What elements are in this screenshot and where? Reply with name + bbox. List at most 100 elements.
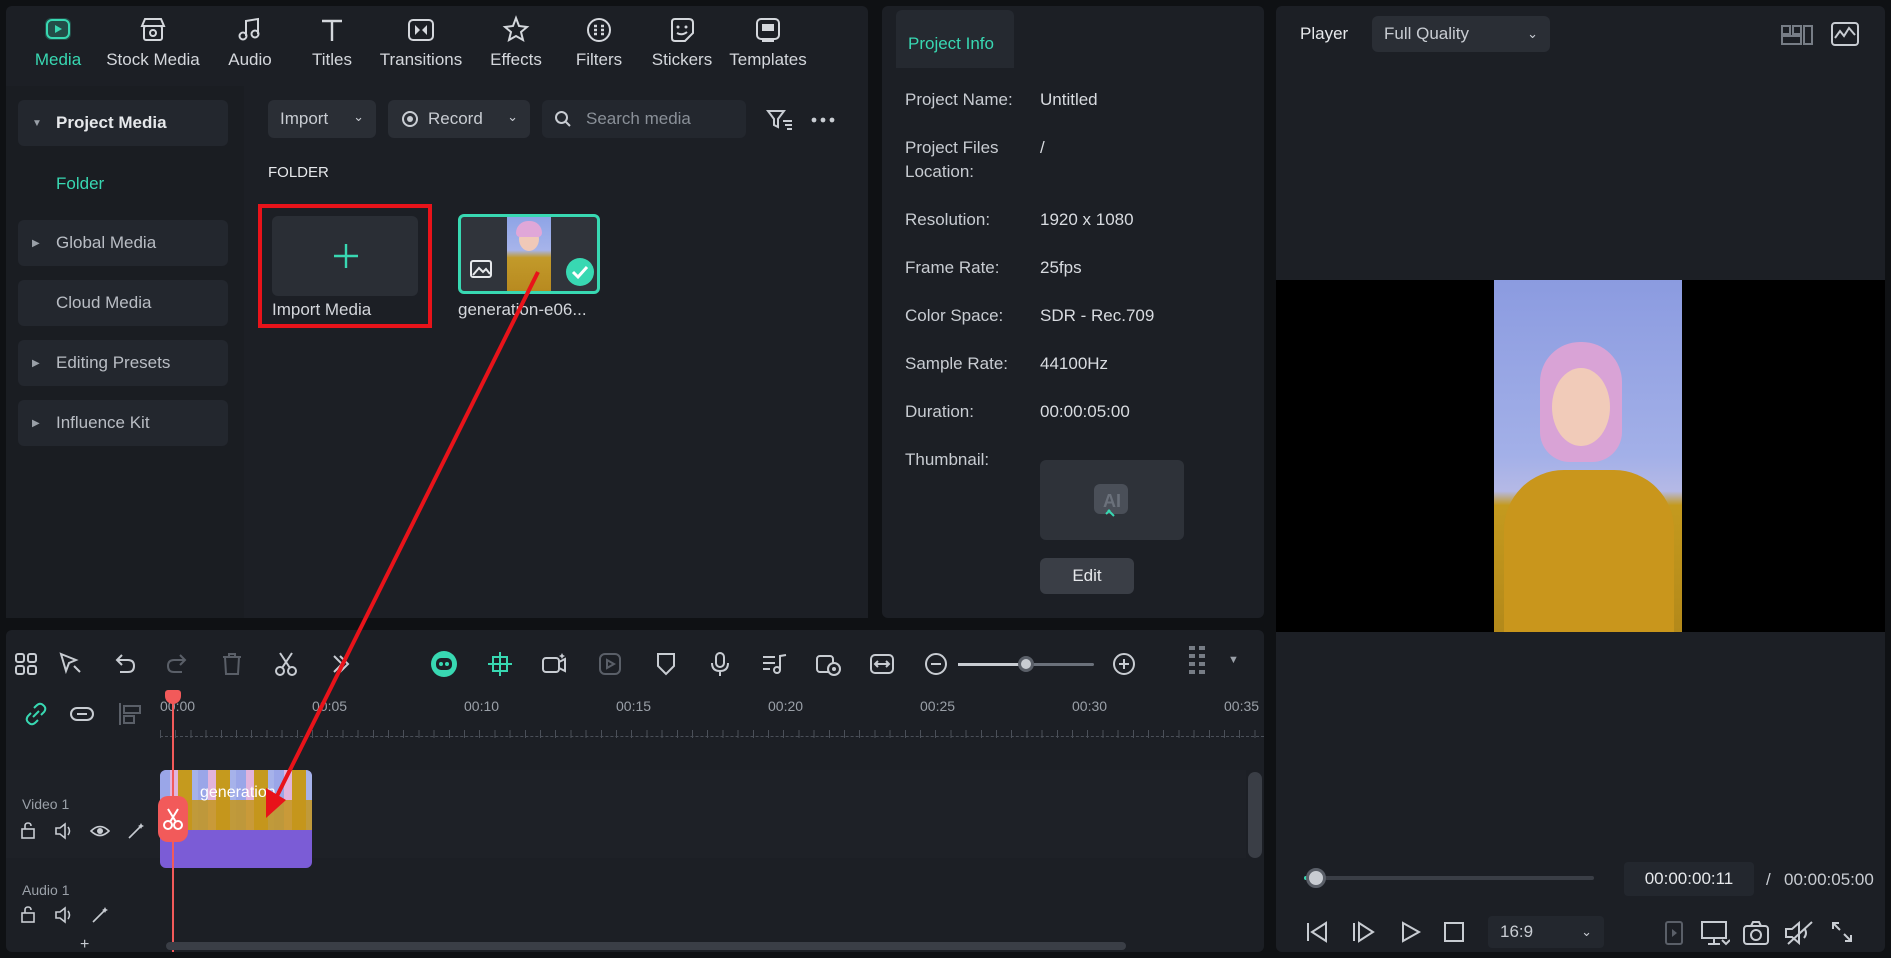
info-value-frame-rate: 25fps [1040,258,1082,277]
chevron-down-icon: ⌄ [353,109,364,124]
play-icon[interactable] [1398,920,1422,944]
track-height-dropdown-icon[interactable]: ▼ [1228,654,1239,666]
ai-video-icon[interactable] [540,650,568,678]
undo-icon[interactable] [110,650,138,678]
auto-reframe-icon[interactable] [814,650,842,678]
import-dropdown[interactable]: Import ⌄ [268,100,376,138]
info-label-frame-rate: Frame Rate: [905,258,1000,277]
track-ai-magic-icon[interactable] [126,822,146,840]
ai-copilot-icon[interactable] [430,650,458,678]
split-marker[interactable] [158,796,188,842]
display-settings-icon[interactable] [1700,920,1730,946]
timeline-panel: ▼ 00:00 00:05 00:10 00:15 00:20 00:25 00… [6,630,1264,954]
horizontal-scrollbar[interactable] [166,942,1126,950]
tab-stickers[interactable]: Stickers [648,14,716,70]
track-volume-icon[interactable] [54,822,74,840]
sidebar-item-editing-presets[interactable]: ▶ Editing Presets [18,340,228,386]
quality-dropdown[interactable]: Full Quality ⌄ [1372,16,1550,52]
delete-icon[interactable] [218,650,246,678]
chevron-down-icon: ⌄ [1581,924,1592,939]
audio-icon [238,17,260,41]
media-clip-thumbnail[interactable] [458,214,600,294]
marker-shield-icon[interactable] [652,650,680,678]
tab-titles[interactable]: Titles [302,14,362,70]
zoom-out-icon[interactable] [922,650,950,678]
layout-icon[interactable] [12,650,40,678]
progress-handle[interactable] [1305,868,1326,888]
aspect-ratio-dropdown[interactable]: 16:9 ⌄ [1488,916,1604,948]
audio-beat-icon[interactable] [760,650,788,678]
fullscreen-icon[interactable] [1830,920,1854,944]
sidebar-item-influence-kit[interactable]: ▶ Influence Kit [18,400,228,446]
info-label-duration: Duration: [905,402,974,421]
stop-icon[interactable] [1442,920,1466,944]
layout-grid-icon[interactable] [1780,22,1814,48]
redo-icon[interactable] [164,650,192,678]
ai-thumbnail-icon: AI [1094,484,1128,517]
next-frame-icon[interactable] [1350,920,1376,944]
preview-frame [1494,280,1682,632]
record-dropdown[interactable]: Record ⌄ [388,100,530,138]
track-align-icon[interactable] [116,700,144,728]
tab-stock-media[interactable]: Stock Media [98,14,208,70]
sidebar-item-project-media[interactable]: ▼ Project Media [18,100,228,146]
snap-magnet-icon[interactable] [486,650,514,678]
waveform-monitor-icon[interactable] [1830,20,1860,48]
tab-filters[interactable]: Filters [568,14,630,70]
group-link-icon[interactable] [68,700,96,728]
media-icon [45,18,71,40]
sidebar-item-folder[interactable]: Folder [56,174,104,194]
add-track-button[interactable]: + [80,936,89,954]
tab-effects[interactable]: Effects [484,14,548,70]
current-timecode[interactable]: 00:00:00:11 [1624,862,1754,896]
more-tools-chevron-icon[interactable] [326,650,354,678]
previous-frame-icon[interactable] [1304,920,1330,944]
import-media-tile[interactable] [272,216,418,296]
zoom-slider-handle[interactable] [1018,656,1034,672]
caret-down-icon: ▼ [32,117,42,129]
info-label-sample-rate: Sample Rate: [905,354,1008,373]
snapshot-camera-icon[interactable] [1742,920,1770,946]
motion-tracking-icon[interactable] [596,650,624,678]
tab-templates[interactable]: Templates [724,14,812,70]
select-tool-icon[interactable] [56,650,84,678]
tab-project-info[interactable]: Project Info [896,10,1014,68]
track-visibility-eye-icon[interactable] [90,822,110,840]
zoom-in-icon[interactable] [1110,650,1138,678]
search-media-input[interactable]: Search media [542,100,746,138]
microphone-icon[interactable] [706,650,734,678]
stock-media-icon [140,18,166,41]
track-volume-icon[interactable] [54,906,74,924]
info-label-resolution: Resolution: [905,210,991,229]
track-label-audio-1: Audio 1 [22,882,70,898]
templates-icon [756,18,780,42]
tab-media[interactable]: Media [26,14,90,70]
track-ai-magic-icon[interactable] [90,906,110,924]
search-icon [555,111,571,127]
info-label-project-name: Project Name: [905,90,1013,109]
info-value-project-name: Untitled [1040,90,1098,109]
timecode-separator: / [1766,870,1771,889]
timeline-ruler[interactable]: 00:00 00:05 00:10 00:15 00:20 00:25 00:3… [160,682,1264,762]
playback-progress[interactable] [1304,868,1594,888]
zoom-slider[interactable] [958,656,1094,672]
split-scissors-icon[interactable] [272,650,300,678]
render-preview-icon[interactable] [1664,920,1684,946]
audio-mute-icon[interactable] [1784,920,1814,946]
info-label-color-space: Color Space: [905,306,1004,325]
track-lock-icon[interactable] [20,906,38,924]
edit-thumbnail-button[interactable]: Edit [1040,558,1134,594]
fit-width-icon[interactable] [868,650,896,678]
sidebar-item-global-media[interactable]: ▶ Global Media [18,220,228,266]
filter-sort-icon[interactable] [766,108,794,132]
tab-audio[interactable]: Audio [220,14,280,70]
tab-transitions[interactable]: Transitions [376,14,466,70]
vertical-scrollbar[interactable] [1248,772,1262,858]
sidebar-item-cloud-media[interactable]: Cloud Media [18,280,228,326]
filters-icon [587,18,611,42]
chevron-down-icon: ⌄ [507,109,518,124]
track-height-icon[interactable] [1186,644,1208,682]
track-lock-icon[interactable] [20,822,38,840]
more-icon[interactable] [810,108,836,132]
link-icon[interactable] [22,700,50,728]
